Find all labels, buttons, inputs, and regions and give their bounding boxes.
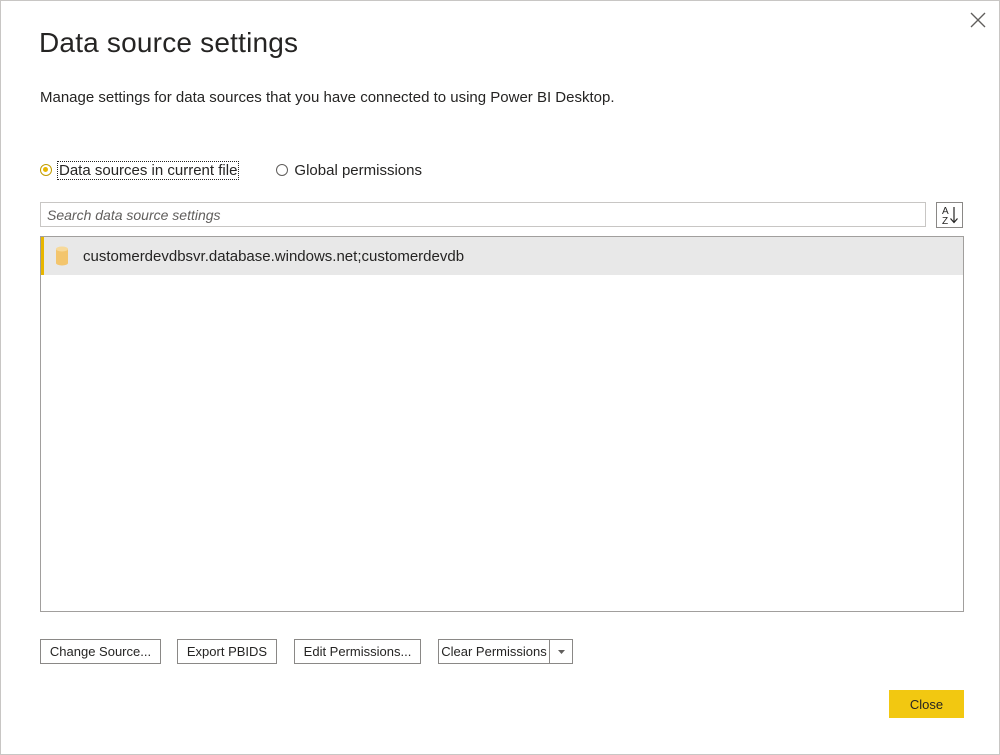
search-input[interactable] bbox=[40, 202, 926, 227]
data-source-list[interactable]: customerdevdbsvr.database.windows.net;cu… bbox=[40, 236, 964, 612]
sort-button[interactable]: A Z bbox=[936, 202, 963, 228]
svg-text:Z: Z bbox=[942, 216, 948, 227]
edit-permissions-button[interactable]: Edit Permissions... bbox=[294, 639, 421, 664]
scope-radio-group: Data sources in current file Global perm… bbox=[40, 159, 422, 181]
radio-selected-icon bbox=[40, 164, 52, 176]
sort-az-icon: A Z bbox=[942, 206, 958, 227]
data-source-settings-dialog: Data source settings Manage settings for… bbox=[0, 0, 1000, 755]
clear-permissions-dropdown[interactable] bbox=[550, 639, 573, 664]
clear-permissions-button[interactable]: Clear Permissions bbox=[438, 639, 550, 664]
close-icon[interactable] bbox=[967, 9, 989, 31]
chevron-down-icon bbox=[557, 649, 565, 654]
change-source-button[interactable]: Change Source... bbox=[40, 639, 161, 664]
list-item-label: customerdevdbsvr.database.windows.net;cu… bbox=[83, 247, 465, 265]
radio-unselected-icon bbox=[276, 164, 289, 176]
export-pbids-button[interactable]: Export PBIDS bbox=[177, 639, 277, 664]
list-item[interactable]: customerdevdbsvr.database.windows.net;cu… bbox=[41, 237, 963, 275]
dialog-title: Data source settings bbox=[39, 27, 299, 58]
radio-current-file-label: Data sources in current file bbox=[56, 160, 240, 180]
radio-current-file[interactable]: Data sources in current file bbox=[40, 160, 240, 180]
database-icon bbox=[56, 246, 68, 266]
close-button[interactable]: Close bbox=[889, 690, 964, 718]
dialog-subtitle: Manage settings for data sources that yo… bbox=[40, 89, 615, 106]
radio-global-permissions[interactable]: Global permissions bbox=[276, 162, 422, 179]
radio-global-permissions-label: Global permissions bbox=[294, 161, 422, 179]
